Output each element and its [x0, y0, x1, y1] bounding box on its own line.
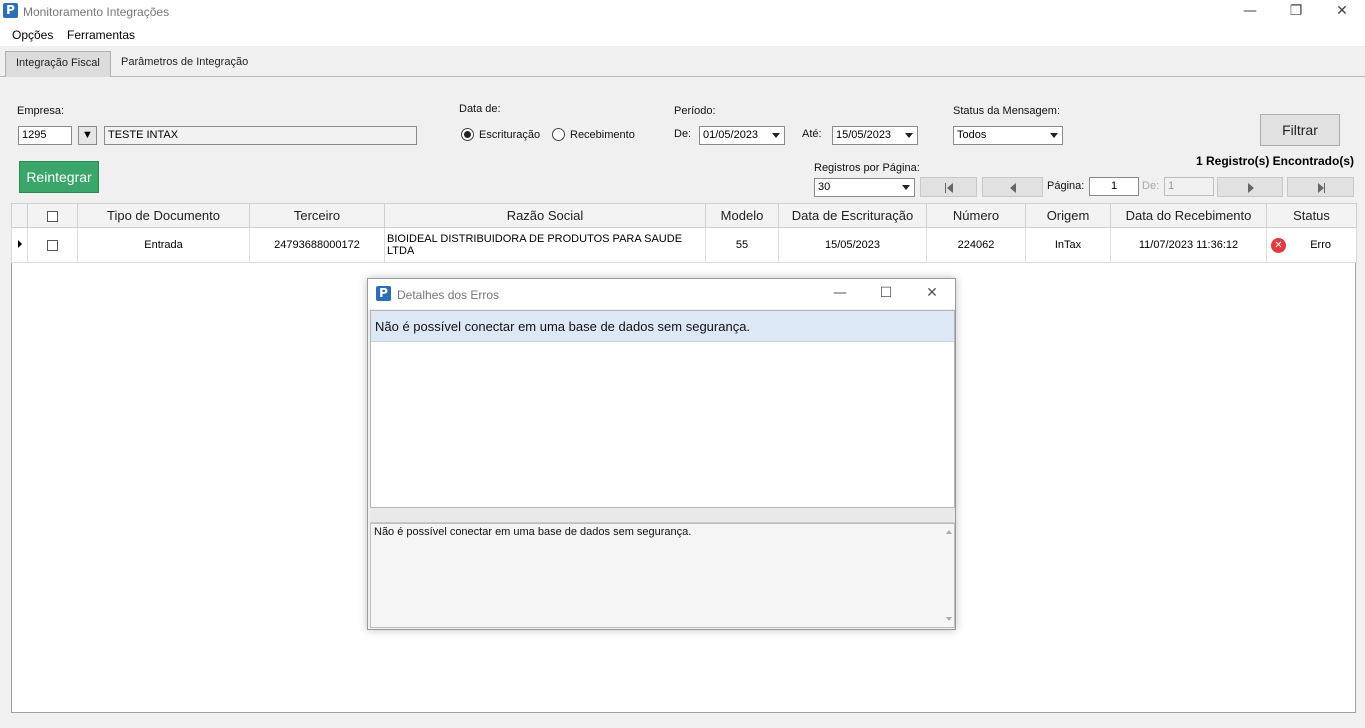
radio-escrituracao-label[interactable]: Escrituração [479, 129, 540, 141]
close-icon[interactable]: ✕ [1319, 0, 1365, 24]
window-title: Monitoramento Integrações [23, 5, 170, 19]
status-mensagem-label: Status da Mensagem: [953, 105, 1061, 117]
cell-tipo[interactable]: Entrada [77, 227, 250, 263]
row-pointer [11, 227, 28, 263]
title-bar: P Monitoramento Integrações — ❐ ✕ [0, 0, 1365, 24]
restore-icon[interactable]: ❐ [1273, 0, 1319, 24]
de-label: De: [674, 128, 692, 140]
header-data-recebimento[interactable]: Data do Recebimento [1110, 203, 1267, 228]
select-all-checkbox[interactable] [47, 211, 58, 223]
select-all-header[interactable] [27, 203, 78, 228]
first-page-button[interactable] [920, 177, 977, 197]
cell-numero[interactable]: 224062 [926, 227, 1026, 263]
minimize-icon[interactable]: — [1227, 0, 1273, 24]
header-tipo-documento[interactable]: Tipo de Documento [77, 203, 250, 228]
error-list-item[interactable]: Não é possível conectar em uma base de d… [371, 311, 954, 342]
dialog-app-icon: P [376, 286, 391, 301]
menu-bar: Opções Ferramentas [0, 24, 1365, 46]
data-de-label: Data de: [459, 103, 501, 115]
page-number-input[interactable]: 1 [1089, 177, 1139, 196]
empresa-code-input[interactable]: 1295 [18, 126, 72, 145]
dropdown-arrow-icon [772, 133, 780, 138]
date-from-picker[interactable]: 01/05/2023 [699, 126, 785, 145]
header-modelo[interactable]: Modelo [705, 203, 779, 228]
error-detail-memo[interactable]: Não é possível conectar em uma base de d… [370, 523, 955, 628]
app-logo-icon: P [3, 3, 18, 18]
grid-header-row: Tipo de Documento Terceiro Razão Social … [11, 203, 1357, 228]
row-indicator-header [11, 203, 28, 228]
next-page-icon [1248, 183, 1254, 193]
total-pages-field: 1 [1164, 177, 1214, 196]
scroll-down-icon[interactable] [946, 617, 952, 621]
cell-origem[interactable]: InTax [1025, 227, 1111, 263]
periodo-label: Período: [674, 105, 716, 117]
date-to-picker[interactable]: 15/05/2023 [832, 126, 918, 145]
dialog-close-icon[interactable]: ✕ [912, 282, 952, 306]
registros-select-value: 30 [818, 181, 831, 193]
radio-recebimento[interactable] [552, 128, 565, 141]
filtrar-button[interactable]: Filtrar [1260, 114, 1340, 146]
error-details-dialog: P Detalhes dos Erros — ☐ ✕ Não é possíve… [367, 278, 956, 630]
cell-status[interactable]: ✕ Erro [1266, 227, 1357, 263]
dialog-title: Detalhes dos Erros [397, 288, 500, 302]
prev-page-button[interactable] [982, 177, 1043, 197]
tab-strip: Integração Fiscal Parâmetros de Integraç… [0, 46, 1365, 77]
date-to-value: 15/05/2023 [836, 129, 892, 141]
tab-parametros-integracao[interactable]: Parâmetros de Integração [111, 51, 258, 77]
status-select-value: Todos [957, 129, 987, 141]
radio-escrituracao[interactable] [461, 128, 474, 141]
status-text: Erro [1310, 239, 1331, 251]
prev-page-icon [1010, 183, 1016, 193]
cell-data-escrituracao[interactable]: 15/05/2023 [778, 227, 927, 263]
dropdown-arrow-icon [1050, 133, 1058, 138]
dropdown-arrow-icon [902, 185, 910, 190]
error-icon[interactable]: ✕ [1271, 238, 1286, 253]
header-razao-social[interactable]: Razão Social [384, 203, 706, 228]
empresa-label: Empresa: [17, 105, 65, 117]
radio-recebimento-label[interactable]: Recebimento [570, 129, 635, 141]
error-detail-text: Não é possível conectar em uma base de d… [374, 526, 692, 538]
row-pointer-icon [17, 240, 22, 248]
dropdown-arrow-icon: ▼ [82, 129, 93, 141]
pagina-label: Página: [1047, 180, 1085, 192]
dialog-maximize-icon[interactable]: ☐ [866, 282, 906, 306]
cell-modelo[interactable]: 55 [705, 227, 779, 263]
header-numero[interactable]: Número [926, 203, 1026, 228]
splitter-handle[interactable] [370, 508, 955, 523]
menu-ferramentas[interactable]: Ferramentas [67, 28, 135, 42]
status-select[interactable]: Todos [953, 126, 1063, 145]
dropdown-arrow-icon [905, 133, 913, 138]
last-page-button[interactable] [1287, 177, 1354, 197]
row-select-cell[interactable] [27, 227, 78, 263]
cell-razao[interactable]: BIOIDEAL DISTRIBUIDORA DE PRODUTOS PARA … [384, 227, 706, 263]
first-page-icon [945, 183, 946, 193]
header-data-escrituracao[interactable]: Data de Escrituração [778, 203, 927, 228]
cell-data-recebimento[interactable]: 11/07/2023 11:36:12 [1110, 227, 1267, 263]
tab-integracao-fiscal[interactable]: Integração Fiscal [5, 51, 111, 77]
registros-select[interactable]: 30 [814, 178, 915, 197]
registros-label: Registros por Página: [814, 162, 920, 174]
empresa-name-field: TESTE INTAX [104, 126, 417, 145]
table-row[interactable]: Entrada 24793688000172 BIOIDEAL DISTRIBU… [11, 227, 1357, 263]
reintegrar-button[interactable]: Reintegrar [19, 161, 99, 193]
ate-label: Até: [802, 128, 822, 140]
de-total-label: De: [1142, 180, 1160, 192]
dialog-minimize-icon[interactable]: — [820, 282, 860, 306]
header-origem[interactable]: Origem [1025, 203, 1111, 228]
header-terceiro[interactable]: Terceiro [249, 203, 385, 228]
cell-terceiro[interactable]: 24793688000172 [249, 227, 385, 263]
empresa-lookup-button[interactable]: ▼ [78, 126, 97, 145]
error-list: Não é possível conectar em uma base de d… [370, 310, 955, 508]
header-status[interactable]: Status [1266, 203, 1357, 228]
scroll-up-icon[interactable] [946, 530, 952, 534]
next-page-button[interactable] [1217, 177, 1283, 197]
date-from-value: 01/05/2023 [703, 129, 759, 141]
row-checkbox[interactable] [47, 239, 58, 251]
menu-opcoes[interactable]: Opções [12, 28, 53, 42]
records-found: 1 Registro(s) Encontrado(s) [1195, 154, 1354, 168]
dialog-title-bar: P Detalhes dos Erros — ☐ ✕ [368, 279, 955, 309]
